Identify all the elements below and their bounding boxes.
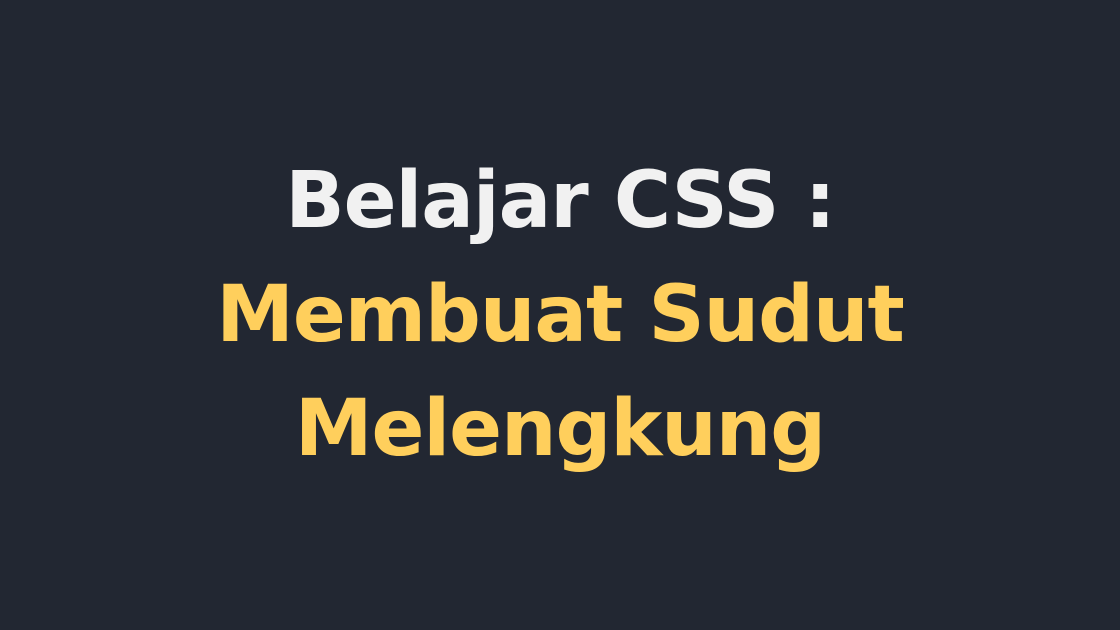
title-line-1: Belajar CSS : (285, 156, 836, 246)
title-line-2: Membuat Sudut (216, 270, 905, 360)
title-line-3: Melengkung (294, 384, 826, 474)
title-banner: Belajar CSS : Membuat Sudut Melengkung (0, 0, 1120, 630)
